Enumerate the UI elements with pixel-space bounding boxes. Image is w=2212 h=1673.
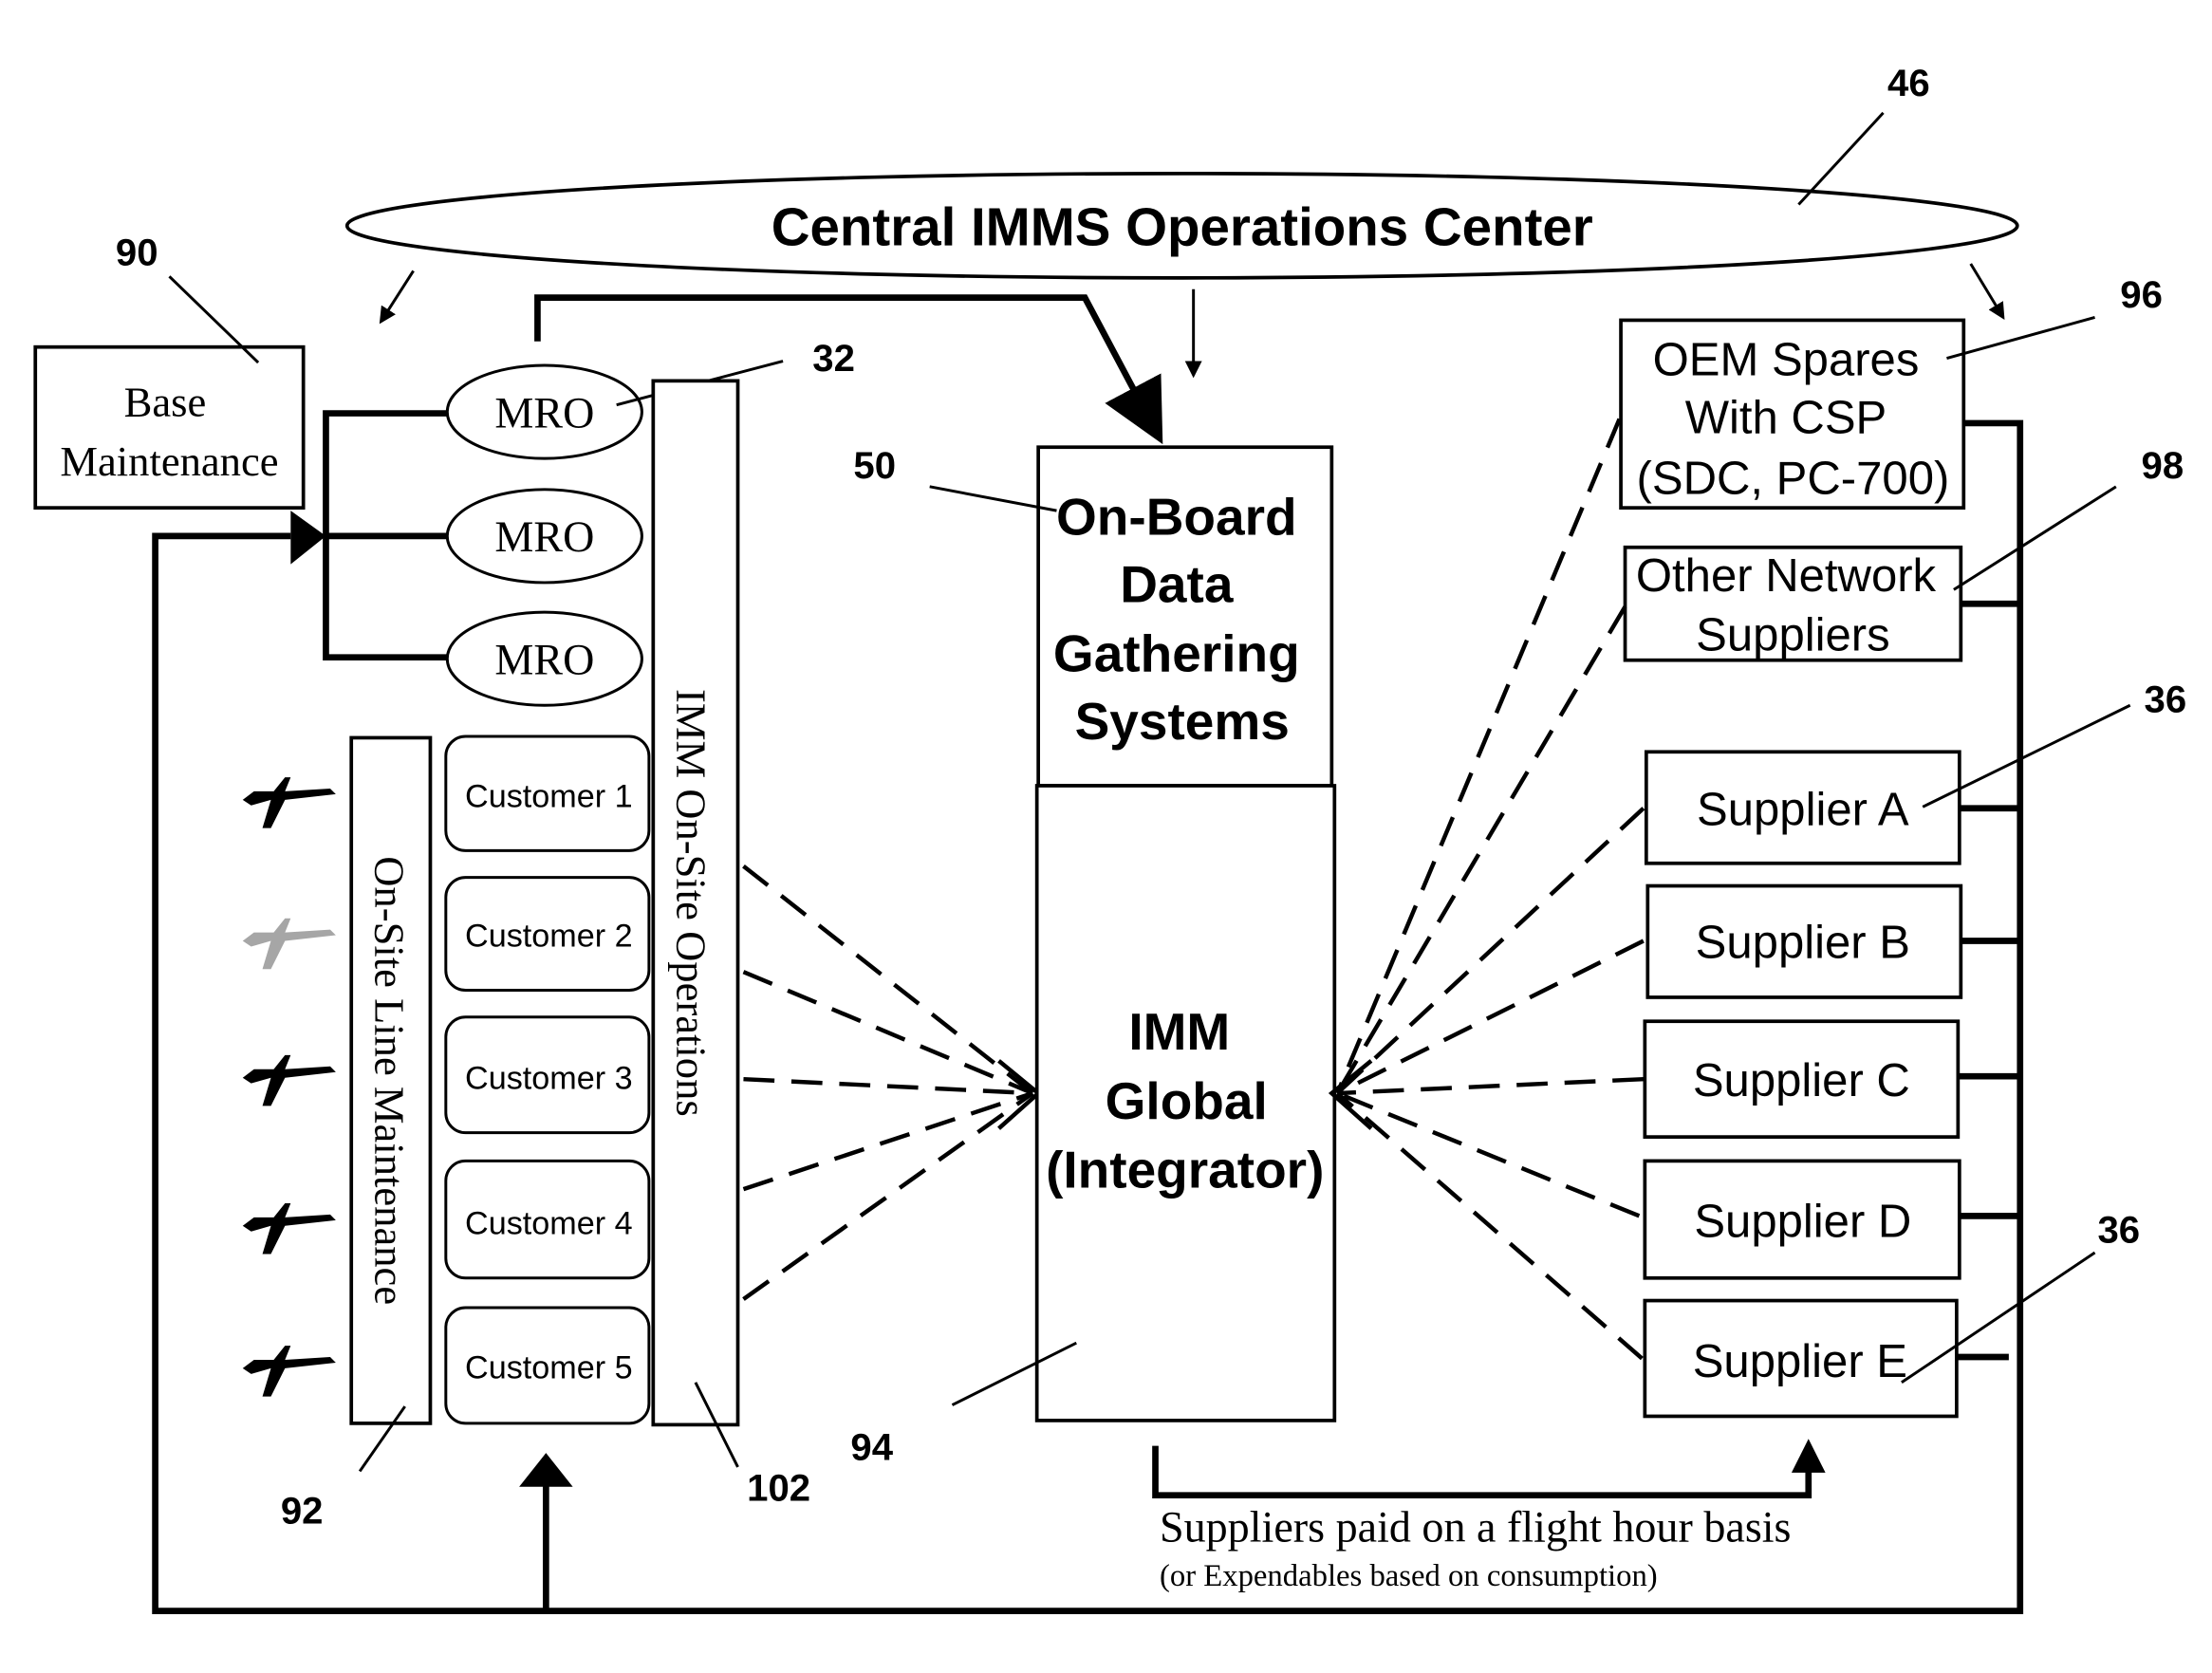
base-maintenance-line2: Maintenance [60, 437, 278, 485]
onboard-line: On-Board [1056, 487, 1297, 546]
payment-arrow-head [1791, 1439, 1826, 1473]
central-center-label: Central IMMS Operations Center [771, 197, 1593, 257]
imm-global-line: Global [1106, 1071, 1268, 1130]
supplier-c: Supplier C [1643, 1019, 1961, 1139]
ref-96: 96 [2120, 273, 2163, 316]
customer-label: Customer 2 [465, 918, 633, 954]
ref-94: 94 [850, 1426, 893, 1469]
airplane-icon [242, 1054, 336, 1106]
airplane-icon [242, 777, 336, 828]
arrow-to-right [1969, 263, 2005, 321]
imm-global-line: (Integrator) [1046, 1141, 1324, 1199]
customer-1: Customer 1 [444, 734, 651, 852]
supplier-label: Supplier E [1693, 1336, 1907, 1387]
ref-98: 98 [2142, 444, 2184, 487]
customer-4: Customer 4 [444, 1159, 651, 1280]
onboard-line: Gathering [1053, 624, 1300, 683]
on-site-line-maintenance-label: On-Site Line Maintenance [365, 856, 413, 1305]
ref-102: 102 [747, 1467, 810, 1510]
mro-arrow-head [290, 511, 326, 565]
oem-spares-line: With CSP [1685, 392, 1887, 443]
ref-32: 32 [812, 337, 855, 380]
imms-diagram: Central IMMS Operations Center 46 Base M… [33, 62, 2187, 1614]
supplier-b: Supplier B [1645, 883, 1963, 999]
leader-98 [1953, 485, 2117, 591]
base-maintenance-line1: Base [124, 379, 207, 426]
oem-spares-line: (SDC, PC-700) [1637, 453, 1950, 504]
ref-50: 50 [853, 444, 896, 487]
mro-label: MRO [494, 512, 594, 561]
oem-spares-line: OEM Spares [1653, 334, 1920, 385]
customer-feed-arrow [519, 1453, 573, 1487]
ref-36-e: 36 [2097, 1209, 2140, 1252]
central-operations-center: Central IMMS Operations Center [344, 171, 2019, 280]
customer-3: Customer 3 [444, 1015, 651, 1135]
mro-2: MRO [445, 488, 643, 585]
supplier-a: Supplier A [1644, 750, 1961, 865]
customer-5: Customer 5 [444, 1306, 651, 1425]
payment-note-line2: (or Expendables based on consumption) [1160, 1559, 1658, 1593]
ref-90: 90 [116, 231, 158, 273]
leader-96 [1946, 316, 2095, 361]
mro-label: MRO [494, 636, 594, 684]
ref-36-a: 36 [2145, 678, 2187, 721]
airplane-icon [242, 1346, 336, 1397]
payment-arrow-line [1152, 1445, 1812, 1499]
imm-on-site-operations-label: IMM On-Site Operations [668, 689, 716, 1117]
supplier-label: Supplier C [1693, 1055, 1910, 1106]
customer-label: Customer 5 [465, 1349, 633, 1385]
mro-1: MRO [445, 363, 643, 460]
other-network-line: Other Network [1636, 550, 1937, 602]
airplane-icon [242, 918, 336, 970]
mro-label: MRO [494, 388, 594, 437]
leader-46 [1797, 111, 1885, 206]
onboard-line: Systems [1075, 692, 1290, 751]
ref-46: 46 [1887, 62, 1930, 104]
mro-3: MRO [445, 610, 643, 707]
customer-links [742, 864, 1042, 1301]
supplier-e: Supplier E [1643, 1298, 1959, 1419]
supplier-label: Supplier B [1696, 917, 1910, 968]
arrow-to-left [379, 270, 415, 325]
supplier-label: Supplier D [1694, 1197, 1911, 1248]
ref-92: 92 [281, 1489, 324, 1532]
supplier-label: Supplier A [1697, 785, 1909, 836]
other-network-line: Suppliers [1696, 609, 1889, 660]
customer-label: Customer 3 [465, 1061, 633, 1097]
airplane-icon [242, 1202, 336, 1255]
customer-2: Customer 2 [444, 876, 651, 993]
customer-label: Customer 4 [465, 1206, 633, 1242]
onboard-line: Data [1120, 555, 1234, 614]
supplier-links [1328, 418, 1645, 1361]
supplier-d: Supplier D [1643, 1159, 1961, 1280]
customer-label: Customer 1 [465, 778, 633, 814]
imm-global-line: IMM [1128, 1002, 1230, 1061]
payment-note-line1: Suppliers paid on a flight hour basis [1160, 1503, 1792, 1552]
